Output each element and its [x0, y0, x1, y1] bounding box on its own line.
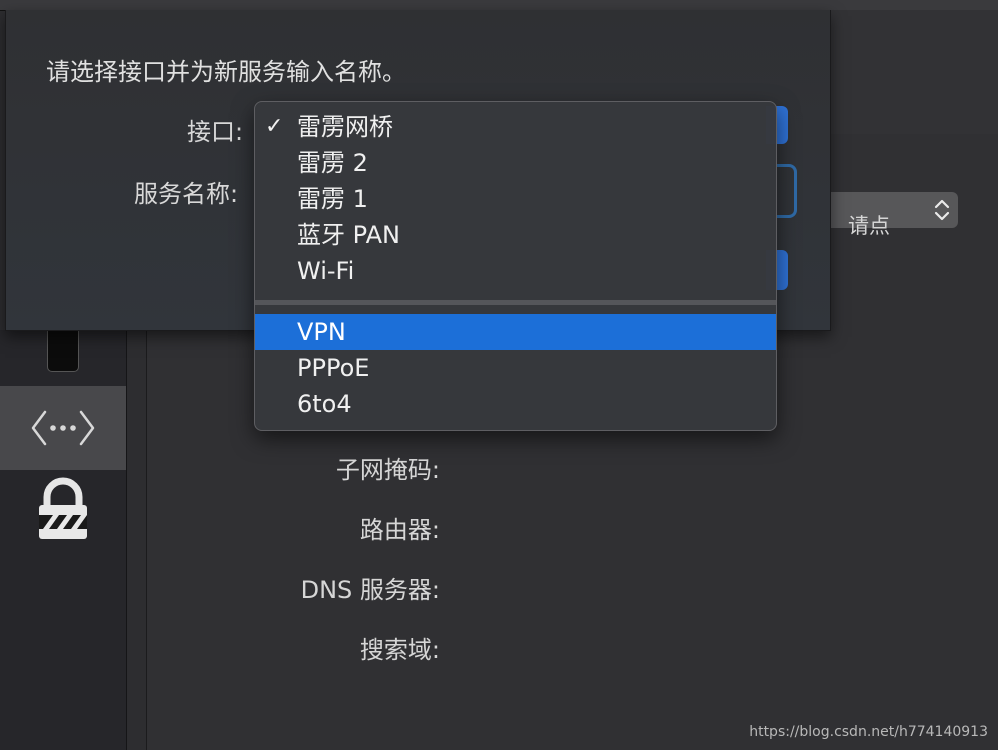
sheet-title: 请选择接口并为新服务输入名称。: [46, 58, 406, 86]
menu-item-6to4[interactable]: 6to4: [255, 386, 776, 422]
menu-item-bluetooth-pan[interactable]: 蓝牙 PAN: [255, 217, 776, 253]
menu-item-thunderbolt-2[interactable]: 雷雳 2: [255, 145, 776, 181]
menu-item-thunderbolt-1[interactable]: 雷雳 1: [255, 181, 776, 217]
router-label: 路由器:: [359, 516, 440, 544]
service-name-label: 服务名称:: [134, 180, 239, 208]
menu-item-wifi[interactable]: Wi-Fi: [255, 253, 776, 289]
interface-label: 接口:: [187, 118, 244, 146]
menu-item-thunderbolt-bridge[interactable]: ✓ 雷雳网桥: [255, 109, 776, 145]
menu-item-vpn[interactable]: VPN: [255, 314, 776, 350]
iphone-icon: [47, 326, 79, 372]
sidebar-item-vpn[interactable]: [0, 386, 126, 470]
dns-server-label: DNS 服务器:: [300, 576, 440, 604]
menu-item-pppoe[interactable]: PPPoE: [255, 350, 776, 386]
checkmark-icon: ✓: [265, 114, 284, 139]
service-list-sidebar: [0, 326, 127, 750]
hint-text: 请点: [848, 214, 890, 238]
sidebar-item-iphone[interactable]: [0, 326, 126, 386]
search-domains-label: 搜索域:: [359, 636, 440, 664]
subnet-mask-label: 子网掩码:: [335, 456, 440, 484]
lock-button[interactable]: [0, 470, 126, 550]
background-toolbar-area: [830, 10, 998, 135]
watermark: https://blog.csdn.net/h774140913: [749, 724, 988, 740]
vpn-diamond-icon: [31, 410, 95, 446]
menu-separator: [255, 300, 776, 305]
padlock-icon: [39, 477, 87, 539]
network-preferences-window: 请点 子网掩码: 路由器: DNS 服务器: 搜索域: 请选择接口并为新服务输入…: [0, 0, 998, 750]
interface-dropdown-menu: ✓ 雷雳网桥 雷雳 2 雷雳 1 蓝牙 PAN Wi-Fi VPN PPPoE …: [254, 101, 777, 431]
up-down-chevron-icon: [932, 196, 952, 224]
service-name-field[interactable]: [776, 164, 797, 218]
